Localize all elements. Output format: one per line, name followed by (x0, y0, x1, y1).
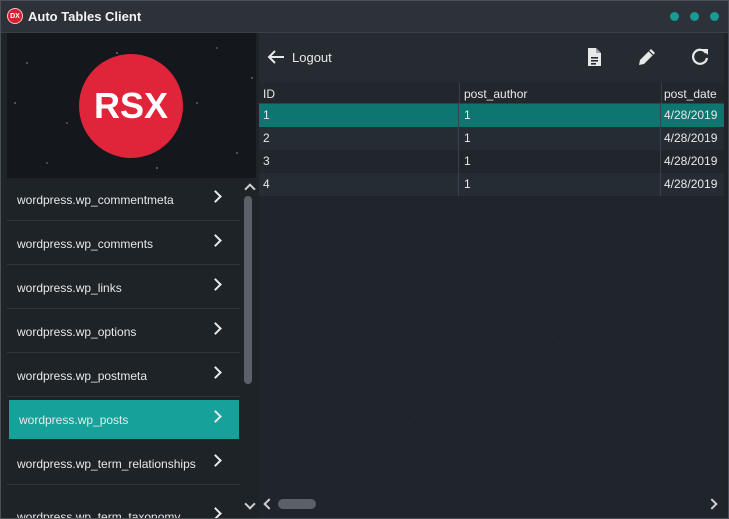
column-separator (459, 83, 460, 104)
app-window: DX Auto Tables Client RSX wordpress.wp_c… (0, 0, 729, 519)
list-item-label: wordpress.wp_options (17, 325, 137, 339)
list-item[interactable]: wordpress.wp_term_taxonomy (7, 486, 240, 518)
table-cell: 1 (459, 173, 661, 196)
column-header-post-author[interactable]: post_author (459, 83, 661, 104)
cell-text: 3 (263, 154, 270, 168)
list-item-label: wordpress.wp_commentmeta (17, 193, 174, 207)
table-cell: 4/28/2019 (661, 104, 724, 127)
chevron-right-icon (209, 507, 222, 518)
table-row[interactable]: 2 1 4/28/2019 (259, 127, 724, 150)
column-header-label: post_author (464, 87, 528, 101)
chevron-right-icon (209, 234, 222, 247)
list-item[interactable]: wordpress.wp_postmeta (7, 354, 240, 397)
title-bar[interactable]: DX Auto Tables Client (1, 1, 728, 33)
cell-text: 1 (464, 131, 471, 145)
window-dot-3-icon[interactable] (710, 12, 719, 21)
logout-button[interactable]: Logout (292, 50, 332, 65)
scroll-left-icon[interactable] (263, 498, 275, 510)
table-row[interactable]: 4 1 4/28/2019 (259, 173, 724, 196)
column-header-label: post_date (664, 87, 717, 101)
chevron-right-icon (209, 190, 222, 203)
rsx-logo: RSX (79, 54, 183, 158)
table-cell: 4/28/2019 (661, 127, 724, 150)
scrollbar-thumb[interactable] (244, 196, 252, 384)
chevron-right-icon (209, 366, 222, 379)
cell-text: 4/28/2019 (664, 131, 718, 145)
chevron-right-icon (209, 322, 222, 335)
table-cell: 2 (259, 127, 459, 150)
list-item-active[interactable]: wordpress.wp_posts (9, 400, 239, 439)
cell-text: 1 (464, 154, 471, 168)
sidebar-scrollbar[interactable] (243, 178, 257, 518)
table-cell: 4/28/2019 (661, 173, 724, 196)
cell-text: 4/28/2019 (664, 154, 718, 168)
list-item-label: wordpress.wp_postmeta (17, 369, 148, 383)
window-dot-2-icon[interactable] (690, 12, 699, 21)
cell-text: 4/28/2019 (664, 108, 718, 122)
cell-text: 2 (263, 131, 270, 145)
list-item[interactable]: wordpress.wp_commentmeta (7, 178, 240, 221)
table-list: wordpress.wp_commentmeta wordpress.wp_co… (7, 178, 240, 518)
logo-banner: RSX (7, 33, 256, 178)
arrow-left-icon[interactable] (267, 49, 285, 65)
column-separator (661, 83, 662, 104)
cell-text: 1 (464, 108, 471, 122)
list-item-label: wordpress.wp_term_relationships (17, 457, 196, 471)
chevron-right-icon (209, 278, 222, 291)
toolbar: Logout (259, 33, 724, 81)
window-title: Auto Tables Client (28, 9, 142, 24)
app-icon: DX (7, 8, 23, 24)
chevron-right-icon (209, 410, 222, 423)
logo-text: RSX (93, 85, 169, 126)
data-grid[interactable]: ID post_author post_date 1 1 4/28/2019 2… (259, 83, 724, 518)
main-panel: Logout ID post_author post_date 1 1 4/28… (259, 33, 724, 518)
column-header-label: ID (263, 87, 275, 101)
window-dot-1-icon[interactable] (670, 12, 679, 21)
scrollbar-thumb[interactable] (278, 499, 316, 509)
refresh-icon[interactable] (689, 46, 711, 68)
table-cell: 1 (459, 127, 661, 150)
list-item[interactable]: wordpress.wp_term_relationships (7, 442, 240, 485)
document-icon[interactable] (583, 46, 605, 68)
list-item-label: wordpress.wp_comments (17, 237, 154, 251)
list-item-label: wordpress.wp_links (17, 281, 122, 295)
scroll-down-icon[interactable] (244, 498, 256, 510)
table-cell: 1 (459, 104, 661, 127)
cell-text: 1 (464, 177, 471, 191)
cell-text: 4 (263, 177, 270, 191)
cell-text: 4/28/2019 (664, 177, 718, 191)
table-cell: 4/28/2019 (661, 150, 724, 173)
list-item[interactable]: wordpress.wp_links (7, 266, 240, 309)
list-item-label: wordpress.wp_term_taxonomy (17, 510, 181, 518)
column-header-id[interactable]: ID (259, 83, 459, 104)
horizontal-scrollbar[interactable] (259, 495, 724, 513)
table-cell: 1 (459, 150, 661, 173)
cell-text: 1 (263, 108, 270, 122)
table-cell: 3 (259, 150, 459, 173)
table-cell: 4 (259, 173, 459, 196)
column-header-post-date[interactable]: post_date (661, 83, 724, 104)
list-item[interactable]: wordpress.wp_comments (7, 222, 240, 265)
list-item-label: wordpress.wp_posts (19, 413, 129, 427)
pencil-icon[interactable] (636, 46, 658, 68)
sidebar: RSX wordpress.wp_commentmeta wordpress.w… (7, 33, 257, 518)
table-row[interactable]: 1 1 4/28/2019 (259, 104, 724, 127)
table-cell: 1 (259, 104, 459, 127)
table-row[interactable]: 3 1 4/28/2019 (259, 150, 724, 173)
list-item[interactable]: wordpress.wp_options (7, 310, 240, 353)
scroll-right-icon[interactable] (706, 498, 718, 510)
chevron-right-icon (209, 454, 222, 467)
scroll-up-icon[interactable] (244, 183, 256, 195)
